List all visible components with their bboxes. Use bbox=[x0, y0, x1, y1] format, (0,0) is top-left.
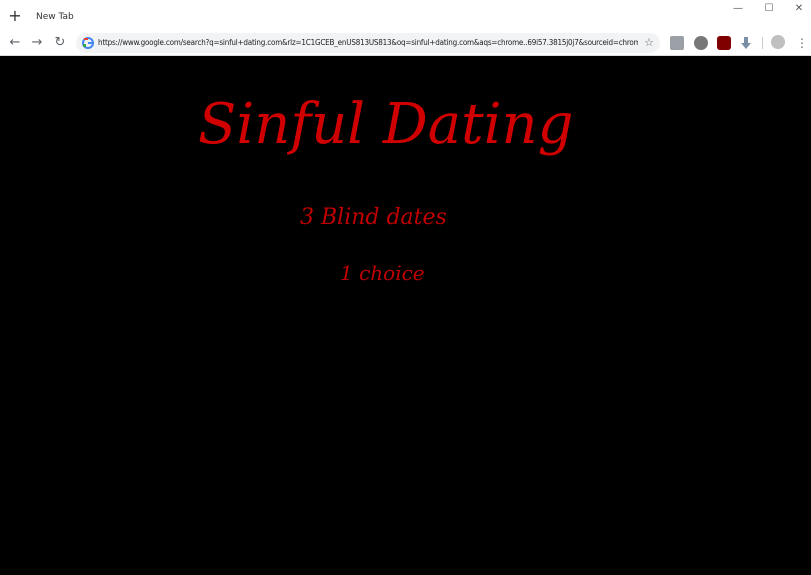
ublock-icon[interactable] bbox=[717, 36, 731, 50]
minimize-icon[interactable]: — bbox=[726, 2, 750, 16]
new-tab-icon[interactable]: + bbox=[7, 8, 23, 24]
tab-bar: + New Tab — ☐ ✕ bbox=[0, 0, 811, 31]
reload-icon[interactable]: ↻ bbox=[52, 35, 68, 51]
site-title: Sinful Dating bbox=[198, 92, 574, 157]
forward-arrow-icon[interactable]: → bbox=[29, 35, 45, 51]
browser-toolbar: ← → ↻ https://www.google.com/search?q=si… bbox=[0, 31, 811, 55]
toolbar-divider bbox=[762, 37, 763, 49]
close-icon[interactable]: ✕ bbox=[787, 2, 811, 16]
browser-chrome: + New Tab — ☐ ✕ ← → ↻ https://www.google… bbox=[0, 0, 811, 56]
profile-avatar-icon[interactable] bbox=[771, 35, 785, 49]
download-arrow-icon[interactable] bbox=[739, 36, 753, 50]
tab-new-tab[interactable]: New Tab bbox=[36, 12, 74, 22]
google-g-icon bbox=[82, 37, 94, 49]
extension-icon[interactable] bbox=[670, 36, 684, 50]
url-text[interactable]: https://www.google.com/search?q=sinful+d… bbox=[98, 37, 638, 49]
bookmark-star-icon[interactable]: ☆ bbox=[642, 36, 656, 50]
tagline-blind-dates: 3 Blind dates bbox=[300, 205, 447, 230]
menu-dots-icon[interactable]: ⋮ bbox=[796, 35, 808, 51]
extension-icon[interactable] bbox=[694, 36, 708, 50]
back-arrow-icon[interactable]: ← bbox=[7, 35, 23, 51]
address-bar[interactable]: https://www.google.com/search?q=sinful+d… bbox=[76, 33, 660, 53]
page-content: Sinful Dating 3 Blind dates 1 choice bbox=[0, 56, 811, 575]
tagline-choice: 1 choice bbox=[340, 261, 425, 285]
maximize-icon[interactable]: ☐ bbox=[757, 2, 781, 16]
